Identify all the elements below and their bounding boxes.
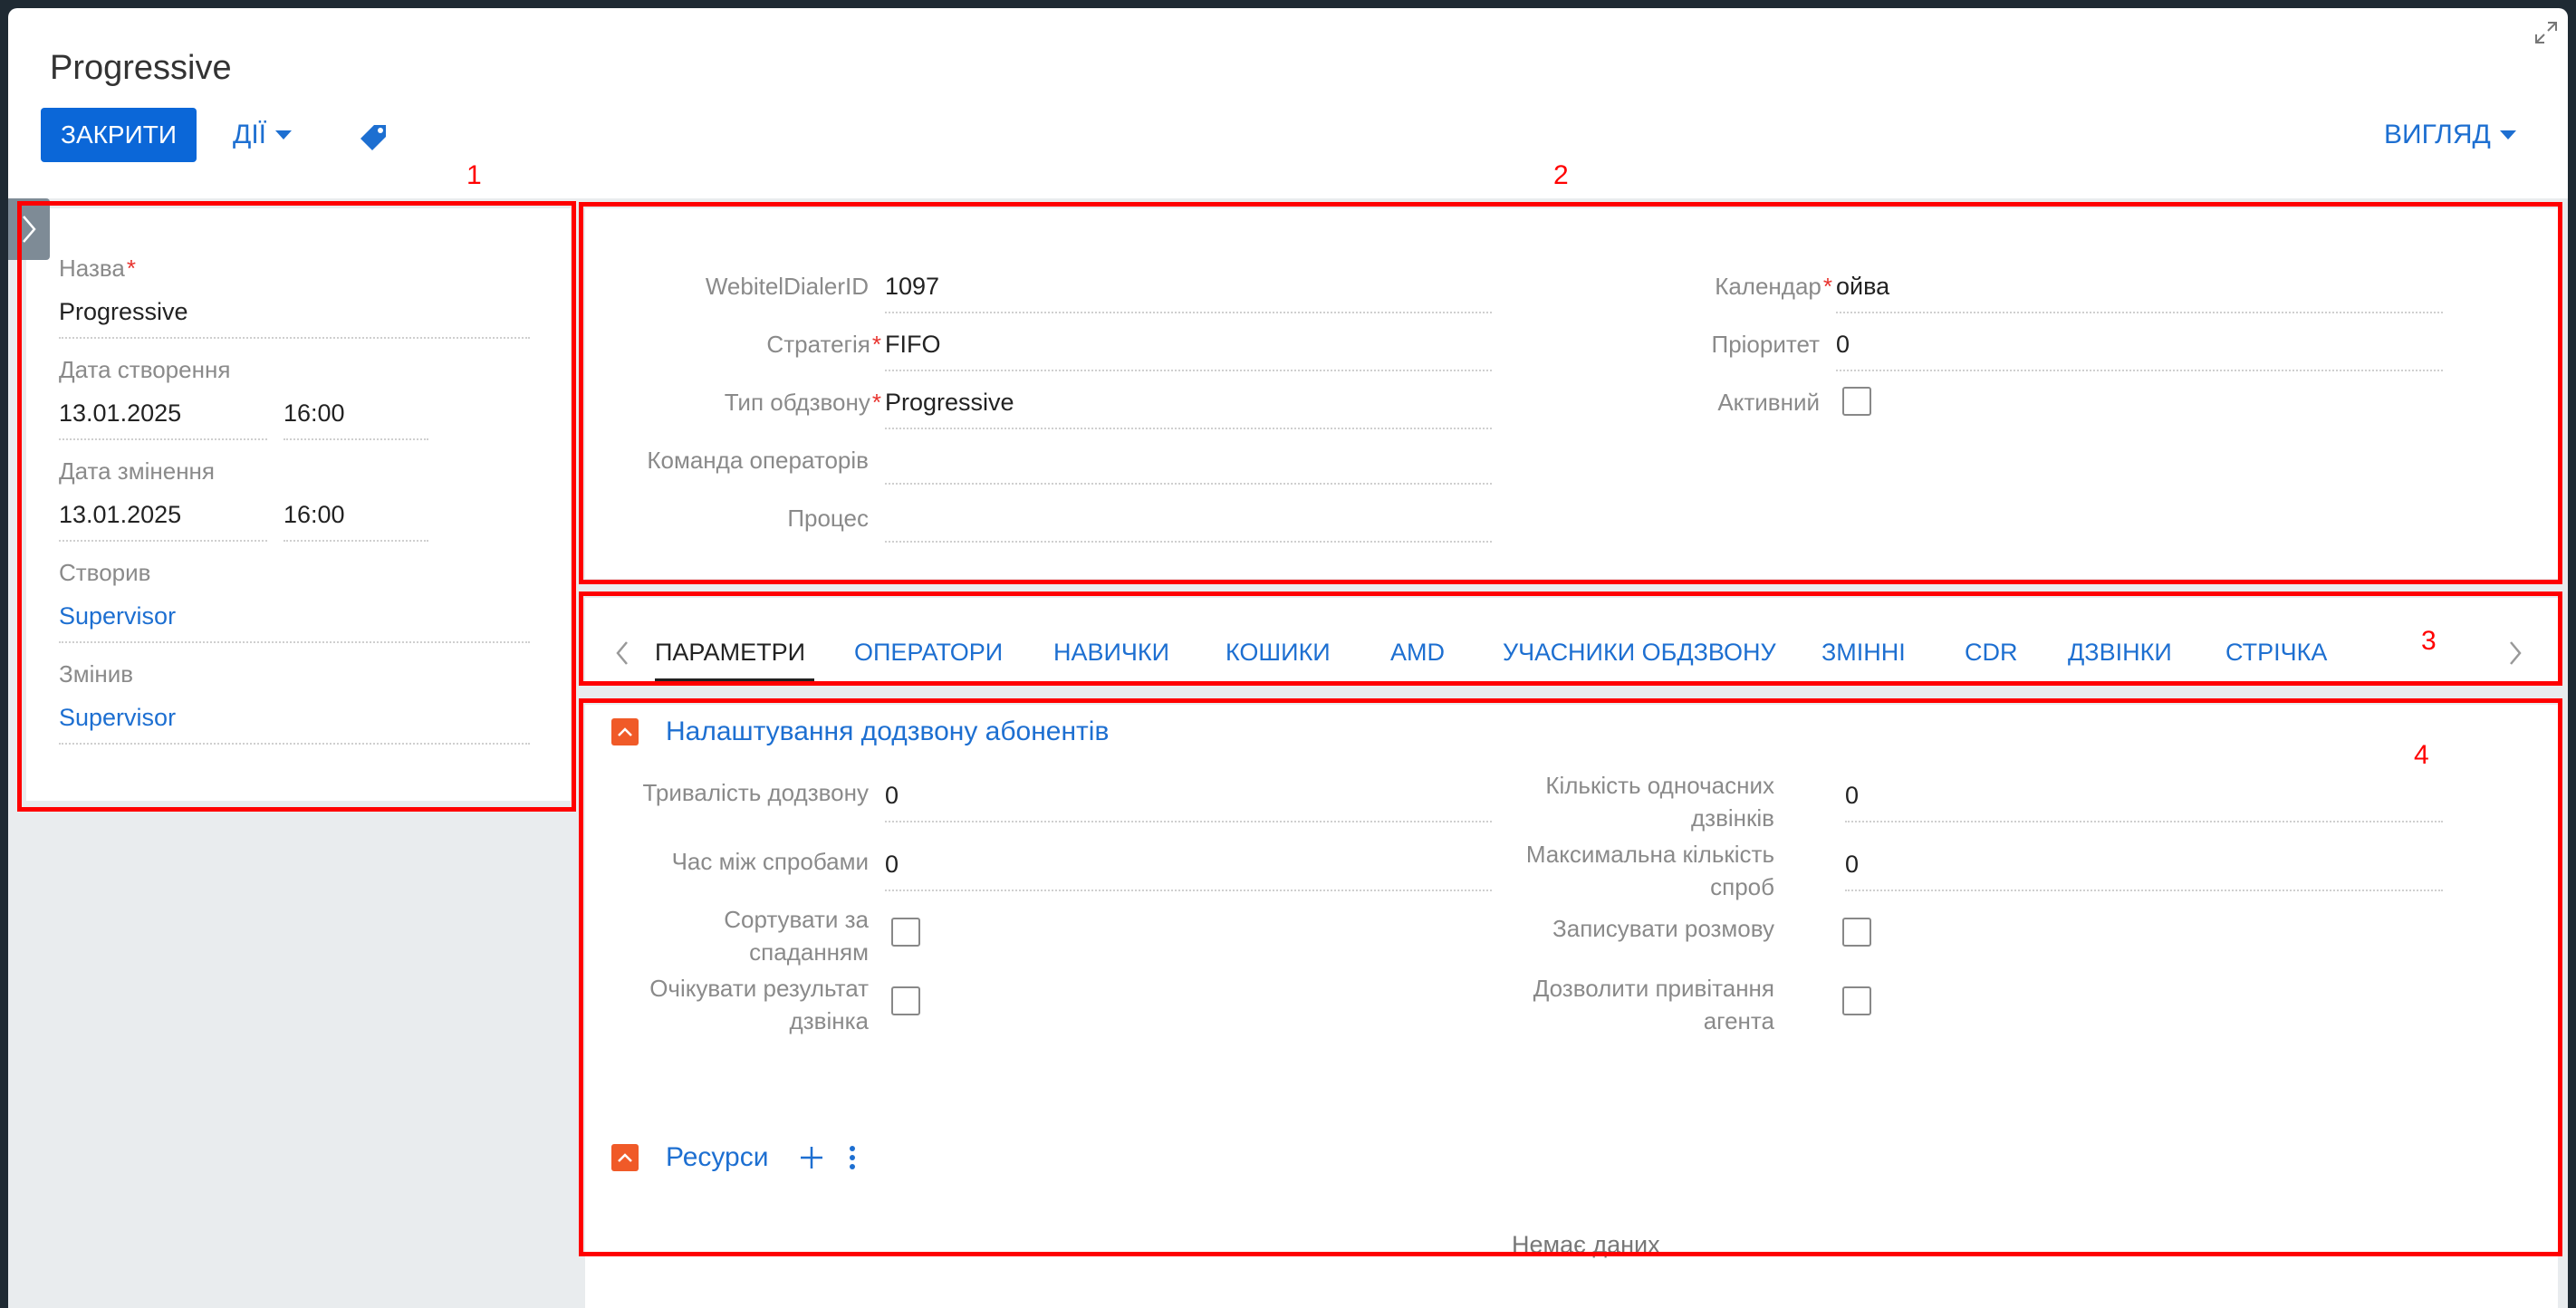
modified-by-label: Змінив bbox=[59, 660, 134, 688]
chevron-down-icon bbox=[2499, 130, 2516, 139]
dial-type-field[interactable]: Progressive bbox=[885, 389, 1492, 429]
tab-participants[interactable]: УЧАСНИКИ ОБДЗВОНУ bbox=[1503, 639, 1776, 667]
view-menu-button[interactable]: ВИГЛЯД bbox=[2384, 108, 2516, 162]
priority-label: Пріоритет bbox=[1711, 331, 1821, 358]
modified-by-link[interactable]: Supervisor bbox=[59, 704, 530, 745]
name-field[interactable]: Progressive bbox=[59, 298, 530, 339]
active-checkbox[interactable] bbox=[1842, 387, 1871, 416]
chevron-down-icon bbox=[275, 130, 292, 139]
annotation-label-1: 1 bbox=[466, 160, 482, 190]
expand-icon[interactable] bbox=[2533, 19, 2560, 46]
process-field[interactable] bbox=[885, 505, 1492, 543]
tabs-scroll-right-icon[interactable] bbox=[2506, 639, 2524, 672]
tab-skills[interactable]: НАВИЧКИ bbox=[1053, 639, 1169, 667]
dial-type-label: Тип обдзвону* bbox=[724, 389, 881, 416]
name-label: Назва* bbox=[59, 255, 136, 282]
record-window: Progressive ЗАКРИТИ ДІЇ ВИГЛЯД Назва* Pr… bbox=[8, 8, 2568, 1308]
calendar-field[interactable]: ойва bbox=[1836, 273, 2443, 313]
tab-operators[interactable]: ОПЕРАТОРИ bbox=[854, 639, 1003, 667]
modified-time-field: 16:00 bbox=[284, 501, 428, 542]
agent-greeting-checkbox[interactable] bbox=[1842, 986, 1871, 1015]
empty-state-text: Немає даних bbox=[1512, 1231, 1660, 1258]
settings-section-collapse-button[interactable] bbox=[611, 718, 639, 745]
dialer-id-label: WebitelDialerID bbox=[705, 273, 869, 300]
chevron-up-icon bbox=[618, 1153, 632, 1162]
tab-baskets[interactable]: КОШИКИ bbox=[1226, 639, 1331, 667]
sort-descending-checkbox[interactable] bbox=[891, 918, 920, 947]
resources-section-title[interactable]: Ресурси bbox=[666, 1142, 768, 1173]
active-label: Активний bbox=[1717, 389, 1820, 416]
max-attempts-field[interactable]: 0 bbox=[1845, 851, 2443, 891]
agent-greeting-label: Дозволити привітання агента bbox=[1533, 975, 1774, 1034]
tab-parameters[interactable]: ПАРАМЕТРИ bbox=[655, 639, 805, 667]
actions-label: ДІЇ bbox=[233, 120, 266, 149]
view-label: ВИГЛЯД bbox=[2384, 120, 2491, 149]
sort-descending-label: Сортувати за спаданням bbox=[724, 906, 869, 966]
tag-icon[interactable] bbox=[358, 122, 389, 153]
wait-result-label: Очікувати результат дзвінка bbox=[649, 975, 869, 1034]
attempt-interval-field[interactable]: 0 bbox=[885, 851, 1492, 891]
add-resource-icon[interactable] bbox=[798, 1144, 825, 1176]
max-attempts-label: Максимальна кількість спроб bbox=[1525, 841, 1774, 900]
sidebar-toggle-button[interactable] bbox=[8, 198, 50, 260]
process-label: Процес bbox=[787, 505, 869, 532]
modified-date-field: 13.01.2025 bbox=[59, 501, 267, 542]
created-time-field: 16:00 bbox=[284, 399, 428, 440]
created-date-label: Дата створення bbox=[59, 356, 231, 383]
tab-variables[interactable]: ЗМІННІ bbox=[1821, 639, 1906, 667]
strategy-label: Стратегія* bbox=[766, 331, 881, 358]
more-options-icon[interactable] bbox=[847, 1144, 858, 1176]
operator-team-label: Команда операторів bbox=[647, 447, 869, 474]
record-call-label: Записувати розмову bbox=[1552, 915, 1774, 942]
calendar-label: Календар* bbox=[1715, 273, 1832, 300]
created-date-field: 13.01.2025 bbox=[59, 399, 267, 440]
created-by-label: Створив bbox=[59, 559, 151, 586]
chevron-up-icon bbox=[618, 727, 632, 736]
tab-calls[interactable]: ДЗВІНКИ bbox=[2068, 639, 2172, 667]
attempt-interval-label: Час між спробами bbox=[671, 848, 869, 875]
dial-duration-field[interactable]: 0 bbox=[885, 782, 1492, 822]
priority-field[interactable]: 0 bbox=[1836, 331, 2443, 371]
created-by-link[interactable]: Supervisor bbox=[59, 602, 530, 643]
tab-cdr[interactable]: CDR bbox=[1965, 639, 2018, 667]
modified-date-label: Дата змінення bbox=[59, 457, 215, 485]
active-tab-underline bbox=[655, 678, 814, 682]
settings-section-title[interactable]: Налаштування додзвону абонентів bbox=[666, 717, 1109, 747]
operator-team-field[interactable] bbox=[885, 447, 1492, 485]
dialer-id-field[interactable]: 1097 bbox=[885, 273, 1492, 313]
concurrent-calls-label: Кількість одночасних дзвінків bbox=[1545, 772, 1774, 832]
tab-feed[interactable]: СТРІЧКА bbox=[2225, 639, 2327, 667]
page-title: Progressive bbox=[50, 49, 232, 87]
annotation-label-3: 3 bbox=[2421, 626, 2437, 656]
dial-duration-label: Тривалість додзвону bbox=[642, 779, 869, 806]
record-call-checkbox[interactable] bbox=[1842, 918, 1871, 947]
close-button[interactable]: ЗАКРИТИ bbox=[41, 108, 197, 162]
tab-amd[interactable]: AMD bbox=[1390, 639, 1445, 667]
wait-result-checkbox[interactable] bbox=[891, 986, 920, 1015]
annotation-label-4: 4 bbox=[2414, 740, 2429, 770]
tabs-scroll-left-icon[interactable] bbox=[613, 639, 631, 672]
resources-section-collapse-button[interactable] bbox=[611, 1144, 639, 1171]
strategy-field[interactable]: FIFO bbox=[885, 331, 1492, 371]
actions-menu-button[interactable]: ДІЇ bbox=[233, 108, 292, 162]
annotation-label-2: 2 bbox=[1553, 160, 1569, 190]
concurrent-calls-field[interactable]: 0 bbox=[1845, 782, 2443, 822]
